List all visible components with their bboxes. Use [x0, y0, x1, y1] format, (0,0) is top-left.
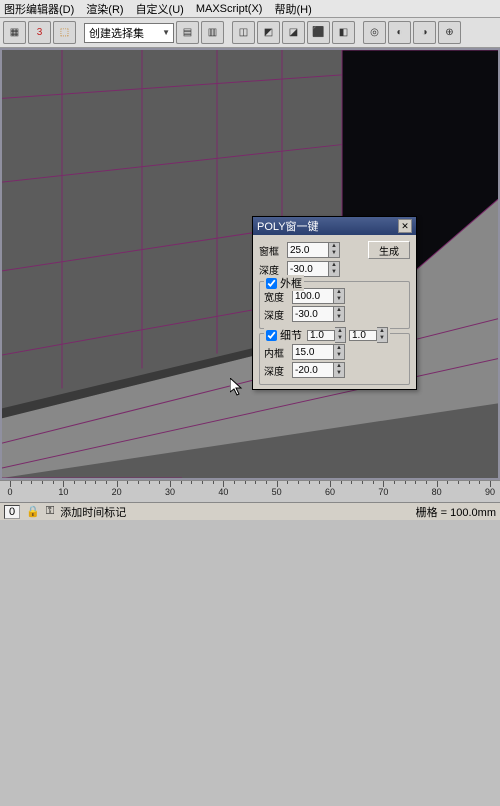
grid-label: 栅格 = 100.0mm: [416, 504, 496, 520]
toolbar-button[interactable]: ◧: [332, 21, 355, 44]
toolbar-button[interactable]: ◫: [232, 21, 255, 44]
poly-window-dialog: POLY窗一键 ✕ 窗框 ▲▼ 生成 深度 ▲▼ 外框 宽度: [252, 216, 417, 390]
toolbar-button[interactable]: ◪: [282, 21, 305, 44]
menu-item[interactable]: MAXScript(X): [196, 3, 263, 15]
key-icon[interactable]: ⚿: [46, 505, 54, 518]
param-label: 深度: [264, 363, 290, 378]
toolbar-button[interactable]: ▥: [201, 21, 224, 44]
menu-item[interactable]: 帮助(H): [274, 1, 311, 17]
toolbar-button[interactable]: ◑: [413, 21, 436, 44]
detail-group: 细节 ▲▼ ▲▼ 内框 ▲▼ 深度: [259, 333, 410, 385]
toolbar-button[interactable]: ⬚: [53, 21, 76, 44]
menu-item[interactable]: 渲染(R): [86, 1, 123, 17]
toolbar-button[interactable]: ◩: [257, 21, 280, 44]
toolbar-button[interactable]: ▤: [176, 21, 199, 44]
spinner-input[interactable]: [292, 306, 334, 322]
selection-set-dropdown[interactable]: 创建选择集: [84, 23, 174, 43]
detail-spinner-a[interactable]: ▲▼: [307, 327, 346, 343]
toolbar-button[interactable]: ⊕: [438, 21, 461, 44]
detail-spinner-b[interactable]: ▲▼: [349, 327, 388, 343]
spinner-input[interactable]: [292, 362, 334, 378]
status-text: 添加时间标记: [60, 504, 126, 520]
outer-frame-checkbox[interactable]: 外框: [264, 275, 304, 291]
status-bar: 0 🔒 ⚿ 添加时间标记 栅格 = 100.0mm: [0, 502, 500, 520]
menu-item[interactable]: 图形编辑器(D): [4, 1, 74, 17]
close-icon[interactable]: ✕: [398, 219, 412, 233]
detail-checkbox[interactable]: 细节 ▲▼ ▲▼: [264, 327, 390, 343]
toolbar-button[interactable]: 3: [28, 21, 51, 44]
toolbar-button[interactable]: ▦: [3, 21, 26, 44]
frame-width-spinner[interactable]: ▲▼: [287, 242, 340, 258]
toolbar-button[interactable]: ◐: [388, 21, 411, 44]
toolbar-button[interactable]: ⬛: [307, 21, 330, 44]
param-label: 窗框: [259, 243, 285, 258]
menu-bar: 图形编辑器(D) 渲染(R) 自定义(U) MAXScript(X) 帮助(H): [0, 0, 500, 18]
outer-frame-group: 外框 宽度 ▲▼ 深度 ▲▼: [259, 281, 410, 329]
menu-item[interactable]: 自定义(U): [136, 1, 184, 17]
toolbar-button[interactable]: ◎: [363, 21, 386, 44]
param-label: 深度: [264, 307, 290, 322]
toolbar: ▦ 3 ⬚ 创建选择集 ▤ ▥ ◫ ◩ ◪ ⬛ ◧ ◎ ◐ ◑ ⊕: [0, 18, 500, 48]
spinner-input[interactable]: [287, 242, 329, 258]
dialog-titlebar[interactable]: POLY窗一键 ✕: [253, 217, 416, 235]
frame-field[interactable]: 0: [4, 505, 20, 519]
build-button[interactable]: 生成: [368, 241, 410, 259]
outer-depth-spinner[interactable]: ▲▼: [292, 306, 345, 322]
lock-icon[interactable]: 🔒: [26, 505, 40, 518]
viewport[interactable]: [0, 48, 500, 480]
spinner-input[interactable]: [292, 344, 334, 360]
dialog-title: POLY窗一键: [257, 218, 319, 234]
inner-depth-spinner[interactable]: ▲▼: [292, 362, 345, 378]
inner-frame-spinner[interactable]: ▲▼: [292, 344, 345, 360]
param-label: 内框: [264, 345, 290, 360]
timeline[interactable]: 0102030405060708090: [0, 480, 500, 502]
